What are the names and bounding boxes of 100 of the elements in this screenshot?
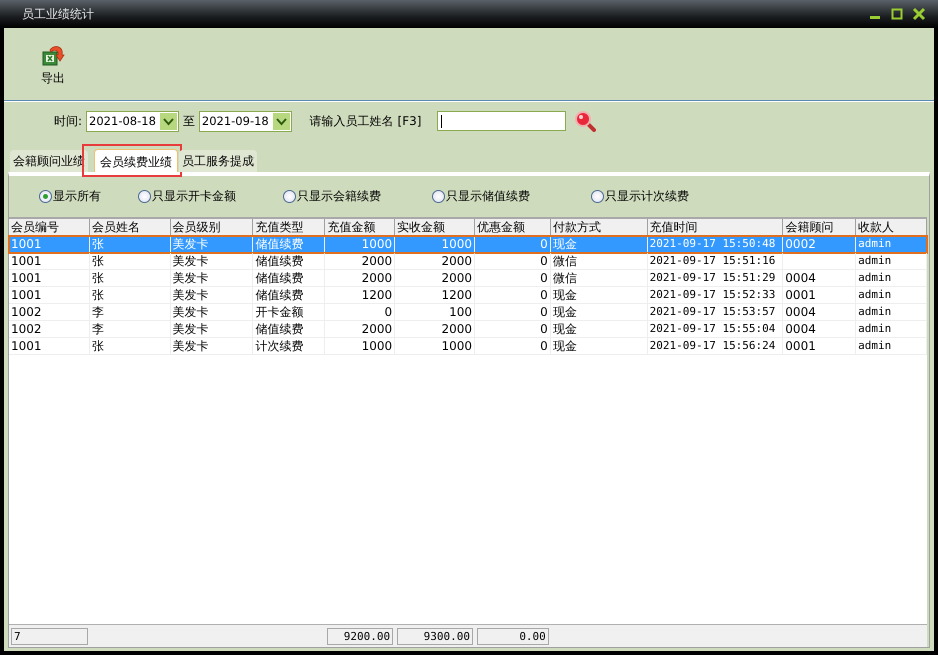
table-cell: 0: [540, 288, 548, 302]
table-cell: 0004: [785, 271, 816, 285]
close-icon[interactable]: [912, 7, 926, 21]
maximize-icon[interactable]: [890, 7, 904, 21]
table-cell: 1200: [441, 288, 472, 302]
table-cell: 储值续费: [255, 271, 304, 285]
table-cell: 0: [384, 305, 392, 319]
table-cell: 张: [92, 254, 104, 268]
table-cell: 100: [449, 305, 472, 319]
table-cell: 张: [92, 339, 104, 353]
table-row[interactable]: 1002 李 美发卡 储值续费 2000 2000 0 现金 2021-09-17 15:55:04 0004 admin: [9, 321, 927, 338]
table-cell: admin: [858, 305, 892, 318]
table-cell: 储值续费: [255, 288, 304, 302]
table-cell: 现金: [552, 339, 577, 353]
table-cell: 1001: [11, 237, 42, 251]
table-cell: 美发卡: [172, 339, 209, 353]
table-cell: 2021-09-17 15:51:16: [650, 254, 776, 267]
table-cell: 张: [92, 288, 104, 302]
table-cell: 储值续费: [255, 322, 304, 336]
table-cell: 1001: [11, 339, 42, 353]
table-cell: 1000: [362, 339, 392, 353]
table-cell: 1001: [11, 271, 42, 285]
table-cell: 储值续费: [255, 254, 304, 268]
table-cell: 1000: [441, 237, 472, 251]
table-cell: admin: [858, 339, 892, 352]
table-cell: 0004: [785, 305, 816, 319]
table-cell: 李: [92, 305, 104, 319]
table-cell: 0004: [785, 322, 816, 336]
table-row[interactable]: 1001 张 美发卡 储值续费 2000 2000 0 微信 2021-09-17 15:51:29 0004 admin: [9, 270, 927, 287]
table-cell: 0001: [785, 339, 816, 353]
table-cell: 0: [540, 237, 548, 251]
table-cell: 1200: [362, 288, 392, 302]
radio-option[interactable]: 只显示会籍续费: [283, 188, 432, 205]
window-title: 员工业绩统计: [22, 6, 94, 22]
total-cell: 9300.00: [397, 628, 473, 644]
table-cell: 0: [540, 254, 548, 268]
table-cell: 2000: [362, 322, 392, 336]
table-cell: 0: [540, 339, 548, 353]
table-cell: 美发卡: [172, 237, 209, 251]
radio-option[interactable]: 显示所有: [39, 188, 138, 205]
table-cell: 0: [540, 305, 548, 319]
name-label: 请输入员工姓名 [F3]: [310, 112, 422, 130]
search-icon[interactable]: [574, 110, 596, 132]
time-label: 时间:: [54, 112, 82, 130]
table-cell: admin: [858, 288, 892, 301]
dropdown-icon[interactable]: [272, 112, 290, 130]
table-cell: 2021-09-17 15:52:33: [650, 288, 776, 301]
table-cell: 美发卡: [172, 305, 209, 319]
total-cell: 7: [11, 628, 88, 644]
table-cell: 1000: [441, 339, 472, 353]
radio-option[interactable]: 只显示储值续费: [432, 188, 591, 205]
table-cell: 现金: [552, 305, 577, 319]
table-cell: 2021-09-17 15:50:48: [650, 237, 776, 250]
table-cell: 张: [92, 271, 104, 285]
table-cell: 2000: [441, 271, 472, 285]
start-date-field[interactable]: 2021-08-18: [86, 110, 179, 132]
table-cell: admin: [858, 237, 892, 250]
table-cell: 1001: [11, 288, 42, 302]
table-cell: 美发卡: [172, 322, 209, 336]
table-row[interactable]: 1001 张 美发卡 计次续费 1000 1000 0 现金 2021-09-17 15:56:24 0001 admin: [9, 338, 927, 355]
table-cell: 现金: [552, 237, 577, 251]
tab[interactable]: 会员续费业绩: [94, 149, 178, 172]
name-input-field[interactable]: [437, 111, 566, 131]
table-row[interactable]: 1001 张 美发卡 储值续费 2000 2000 0 微信 2021-09-17 15:51:16 admin: [9, 253, 927, 270]
end-date-field[interactable]: 2021-09-18: [198, 110, 292, 132]
table-cell: 微信: [552, 254, 577, 268]
to-label: 至: [182, 112, 195, 130]
table-cell: 2021-09-17 15:56:24: [650, 339, 776, 352]
table-cell: 1001: [11, 254, 42, 268]
export-button[interactable]: 导出: [38, 40, 68, 88]
radio-option[interactable]: 只显示开卡金额: [138, 188, 283, 205]
dropdown-icon[interactable]: [160, 112, 177, 130]
table-cell: 0: [540, 322, 548, 336]
table-cell: 2000: [362, 254, 392, 268]
table-cell: admin: [858, 271, 892, 284]
table-cell: 现金: [552, 322, 577, 336]
total-cell: 9200.00: [327, 628, 394, 644]
table-cell: 美发卡: [172, 254, 209, 268]
table-cell: 0002: [785, 237, 816, 251]
table-cell: admin: [858, 254, 892, 267]
table-cell: 1002: [11, 305, 42, 319]
table-cell: 储值续费: [255, 237, 304, 251]
table-cell: 2021-09-17 15:51:29: [650, 271, 776, 284]
table-cell: 2000: [441, 254, 472, 268]
table-cell: 2000: [362, 271, 392, 285]
table-cell: 2021-09-17 15:53:57: [650, 305, 776, 318]
tab[interactable]: 员工服务提成: [179, 150, 257, 172]
table-row[interactable]: 1002 李 美发卡 开卡金额 0 100 0 现金 2021-09-17 15:53:57 0004 admin: [9, 304, 927, 321]
table-cell: 2000: [441, 322, 472, 336]
table-cell: 美发卡: [172, 288, 209, 302]
table-row[interactable]: 1001 张 美发卡 储值续费 1200 1200 0 现金 2021-09-17 15:52:33 0001 admin: [9, 287, 927, 304]
table-cell: 0: [540, 271, 548, 285]
table-cell: admin: [858, 322, 892, 335]
radio-option[interactable]: 只显示计次续费: [591, 188, 689, 205]
table-cell: 微信: [552, 271, 577, 285]
table-cell: 1002: [11, 322, 42, 336]
table-cell: 现金: [552, 288, 577, 302]
table-cell: 1000: [362, 237, 392, 251]
table-cell: 开卡金额: [255, 305, 304, 319]
total-cell: 0.00: [476, 628, 549, 644]
